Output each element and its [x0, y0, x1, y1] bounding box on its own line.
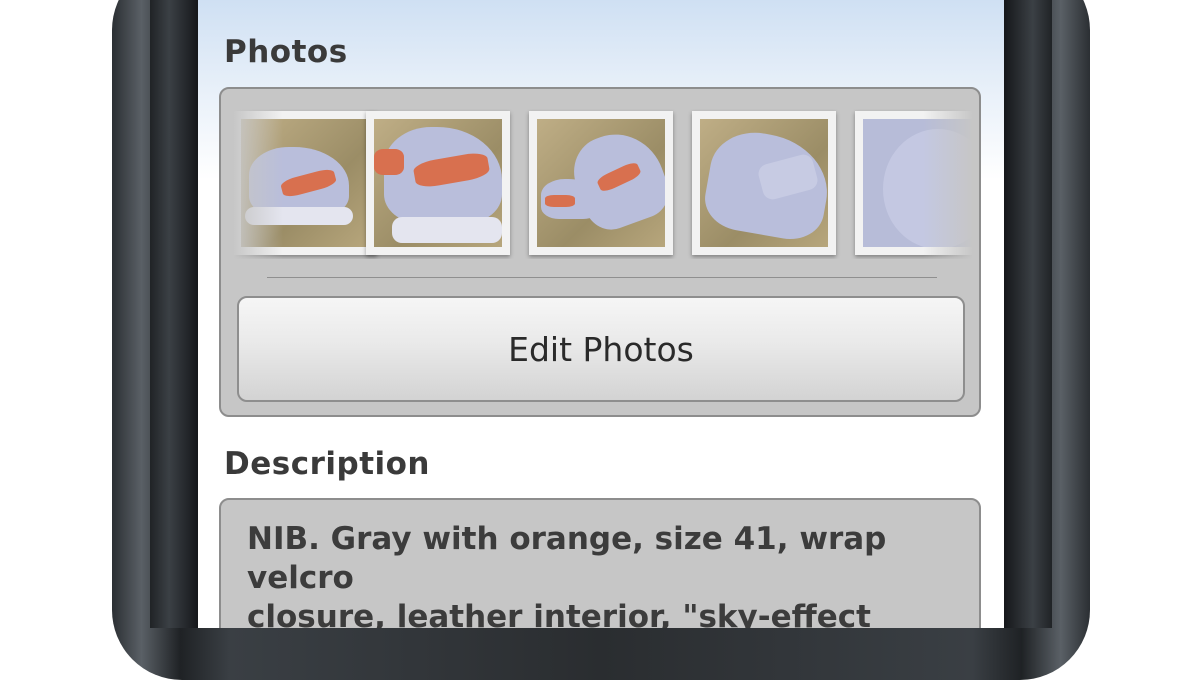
- photo-gallery-strip[interactable]: [233, 109, 973, 259]
- edit-photos-button[interactable]: Edit Photos: [237, 296, 965, 402]
- photo-thumbnail-2[interactable]: [366, 111, 510, 255]
- shoe-photo-icon: [374, 119, 502, 247]
- photos-section-title: Photos: [224, 34, 348, 70]
- gallery-fade-left: [233, 109, 283, 259]
- description-text: NIB. Gray with orange, size 41, wrap vel…: [247, 521, 887, 628]
- phone-screen: Photos Edit Photos Description NIB. Gray…: [198, 0, 1004, 628]
- shoe-photo-icon: [700, 119, 828, 247]
- phone-bezel-right: [1004, 0, 1052, 628]
- photos-panel: Edit Photos: [219, 87, 981, 417]
- description-section-title: Description: [224, 446, 431, 482]
- gallery-fade-right: [923, 109, 973, 259]
- phone-bezel-left: [150, 0, 198, 628]
- photo-thumbnail-4[interactable]: [692, 111, 836, 255]
- photo-thumbnail-3[interactable]: [529, 111, 673, 255]
- description-field[interactable]: NIB. Gray with orange, size 41, wrap vel…: [219, 498, 981, 628]
- shoe-photo-icon: [537, 119, 665, 247]
- panel-divider: [267, 277, 937, 278]
